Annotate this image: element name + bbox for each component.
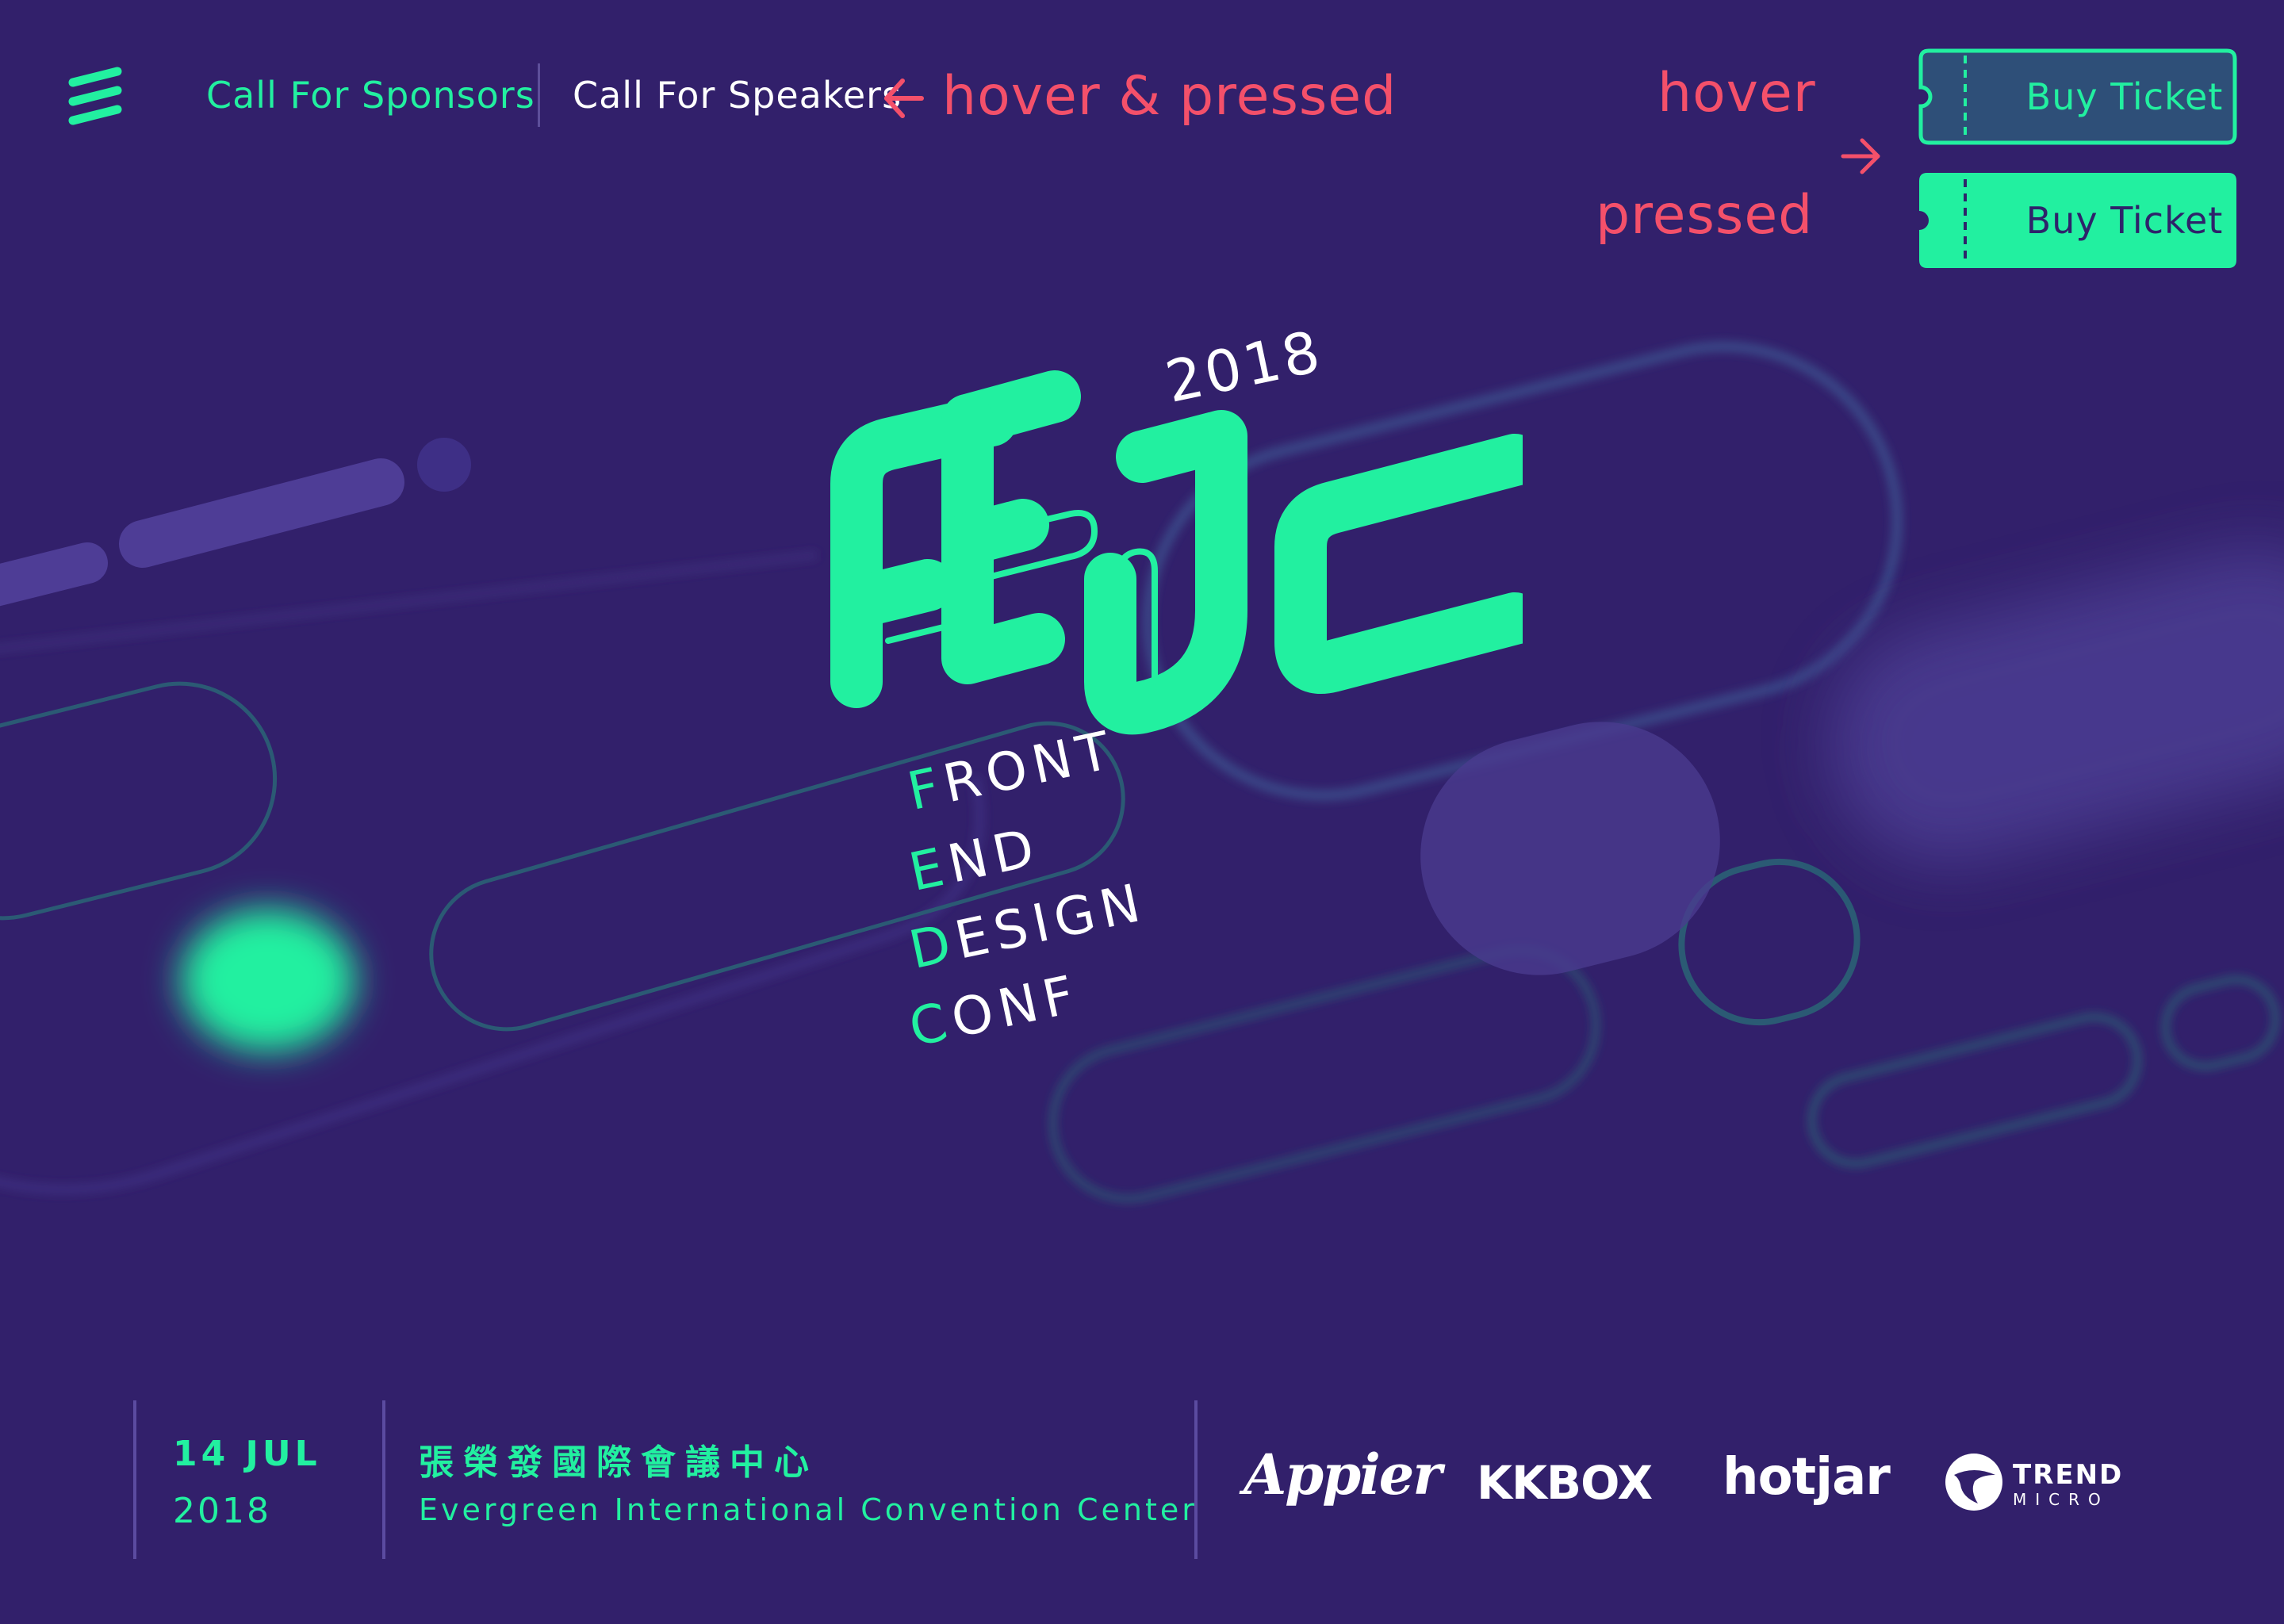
annotation-hover: hover [1657,62,1816,124]
buy-ticket-button-pressed[interactable]: Buy Ticket [1918,171,2238,270]
sponsor-logo-kkbox[interactable]: KKBOX [1477,1456,1653,1510]
arrow-right-icon [1841,138,1880,174]
footer-divider [133,1400,136,1559]
sponsor-logo-trend[interactable]: TREND [2013,1461,2123,1489]
nav-divider [538,63,540,127]
venue-name-zh: 張榮發國際會議中心 [419,1442,818,1483]
sponsor-logo-appier[interactable]: Appier [1244,1442,1442,1507]
buy-ticket-label: Buy Ticket [2025,75,2224,118]
fedc-logo [830,370,1523,735]
sponsor-logo-micro[interactable]: MICRO [2013,1491,2110,1508]
nav-call-for-sponsors[interactable]: Call For Sponsors [206,71,535,119]
footer-divider [1194,1400,1198,1559]
event-date-day: 14 JUL [173,1434,321,1474]
menu-icon[interactable] [67,63,124,130]
sponsor-logo-hotjar[interactable]: hotjar [1723,1448,1891,1507]
buy-ticket-button-hover[interactable]: Buy Ticket [1918,48,2238,146]
arrow-left-icon [884,79,924,118]
buy-ticket-label: Buy Ticket [2025,199,2224,242]
trend-micro-icon[interactable] [1943,1451,2005,1513]
venue-name-en: Evergreen International Convention Cente… [419,1492,1198,1527]
annotation-pressed: pressed [1596,184,1814,247]
annotation-hover-pressed: hover & pressed [942,65,1397,128]
footer-divider [382,1400,385,1559]
event-date-year: 2018 [173,1491,271,1531]
nav-call-for-speakers[interactable]: Call For Speakers [573,71,902,119]
